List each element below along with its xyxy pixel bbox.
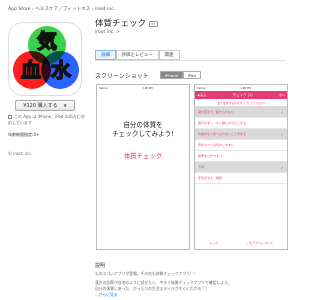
icon-char-ketsu: 血	[20, 58, 41, 82]
status-bar: Carrier 1:08 PM	[97, 85, 189, 91]
time-label: 1:08 PM	[142, 86, 153, 90]
intro-line-1: 自分の体質を	[123, 121, 163, 129]
buy-label: ¥120 購入する	[23, 103, 58, 109]
footer-about: このアプリについて	[246, 241, 273, 245]
breadcrumb[interactable]: App Store › ヘルスケア／フィットネス › iroot inc.	[8, 6, 115, 12]
start-check-button: 体質チェック	[123, 152, 163, 160]
intro-text: 自分の体質を チェックしてみよう!	[97, 121, 189, 139]
compatibility-text: この App は iPhone、iPad の両方に対応しています	[8, 114, 85, 125]
copyright: © iroot, inc.	[8, 151, 33, 156]
instruction-text: 当てはまるものをタップしてください	[195, 99, 287, 107]
time-label: 1:08 PM	[240, 86, 251, 90]
nav-bar: ◀ 戻る チェック (1) 次へ	[195, 91, 287, 99]
screenshot-1[interactable]: Carrier 1:08 PM 自分の体質を チェックしてみよう! 体質チェック	[96, 84, 190, 250]
more-link[interactable]: ...さらに見る	[95, 292, 283, 298]
screenshots-title: スクリーンショット	[95, 73, 149, 80]
carrier-label: Carrier	[99, 86, 108, 90]
checkmark-icon: ✓	[280, 131, 284, 137]
checkbox-icon	[8, 115, 12, 119]
divider	[95, 60, 285, 61]
compatibility-note: この App は iPhone、iPad の両方に対応しています	[8, 114, 88, 125]
description-heading: 説明	[95, 263, 106, 269]
next-button: 次へ	[278, 93, 285, 97]
age-rating: 年齢制限指定:4+	[8, 132, 40, 137]
app-icon: 気 血 水	[8, 22, 82, 96]
tab-reviews[interactable]: 評価とレビュー	[115, 50, 159, 60]
checklist-item: 朝が苦手で、起きられない ✓	[195, 107, 287, 118]
carrier-label: Carrier	[197, 86, 206, 90]
description-body: ものスゴいアプリが登場。その名も体質チェックアプリ！！ 漢方の診察が自宅のように…	[95, 271, 283, 298]
developer-link[interactable]: iroot inc. >	[95, 30, 120, 35]
toggle-iphone[interactable]: iPhone	[160, 71, 183, 79]
checkmark-icon: ✓	[280, 109, 284, 115]
intro-line-2: チェックしてみよう!	[112, 129, 174, 138]
buy-button[interactable]: ¥120 購入する ▼	[15, 100, 75, 111]
checklist-item: 疲れやすく、すぐ横になりたくなる	[195, 118, 287, 129]
device-toggle: iPhone iPad	[160, 71, 201, 79]
checklist-item: 声が小さく息切れしやすい	[195, 140, 287, 151]
checklist-item: 下痢 ✓	[195, 162, 287, 173]
nav-title: チェック (1)	[232, 92, 253, 97]
tab-bar: 詳細 評価とレビュー 関連	[95, 50, 180, 60]
tab-details[interactable]: 詳細	[95, 50, 116, 60]
footer-links: トップ このアプリについて	[195, 241, 287, 245]
screenshot-2[interactable]: Carrier 1:08 PM ◀ 戻る チェック (1) 次へ 当てはまるもの…	[194, 84, 288, 250]
tab-related[interactable]: 関連	[158, 50, 180, 60]
back-button: ◀ 戻る	[197, 93, 207, 97]
app-title: 体質チェック 4+	[95, 17, 159, 29]
app-title-text: 体質チェック	[95, 19, 147, 29]
footer-top: トップ	[209, 241, 219, 245]
checklist-item: 風邪をひきやすい	[195, 151, 287, 162]
toggle-ipad[interactable]: iPad	[182, 71, 201, 79]
icon-char-sui: 水	[50, 58, 71, 82]
chevron-down-icon[interactable]: ▼	[64, 103, 67, 108]
checkmark-icon: ✓	[280, 164, 284, 170]
icon-char-ki: 気	[36, 29, 57, 53]
checklist-item: 食欲がなく食べられないことがある ✓	[195, 129, 287, 140]
age-badge: 4+	[149, 20, 159, 27]
checklist-item: 手足が冷え、頻尿	[195, 173, 287, 184]
